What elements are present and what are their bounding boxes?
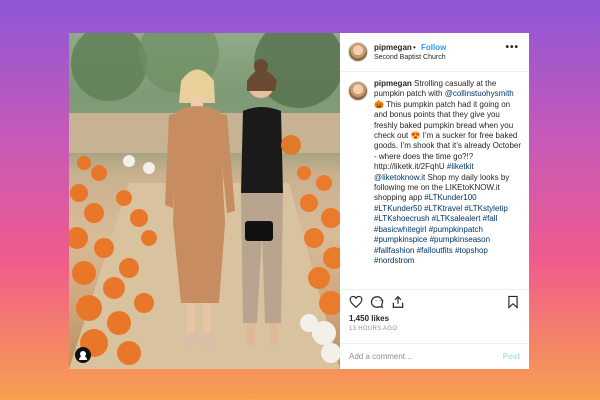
profile-icon[interactable]	[75, 347, 91, 363]
separator-dot: •	[413, 43, 416, 52]
caption-avatar[interactable]	[348, 81, 368, 101]
share-icon[interactable]	[391, 295, 405, 309]
avatar[interactable]	[348, 42, 368, 62]
comment-input[interactable]: Add a comment...	[349, 352, 412, 361]
follow-button[interactable]: Follow	[421, 43, 446, 52]
caption-username[interactable]: pipmegan	[374, 79, 412, 88]
post-comment-button[interactable]: Post	[503, 352, 520, 361]
caption-segment: 🎃 This pumpkin patch had it going on and…	[374, 99, 522, 172]
caption-text: pipmegan Strolling casually at the pumpk…	[374, 79, 524, 266]
post-header: pipmegan • Follow Second Baptist Church …	[340, 33, 529, 72]
bookmark-icon[interactable]	[506, 295, 520, 309]
post-timestamp: 13 HOURS AGO	[349, 326, 398, 332]
instagram-post-card: pipmegan • Follow Second Baptist Church …	[69, 33, 529, 369]
caption-link[interactable]: @collinstuohysmith	[445, 89, 514, 98]
comment-icon[interactable]	[370, 295, 384, 309]
post-username[interactable]: pipmegan	[374, 43, 412, 52]
caption-link[interactable]: #liketkit	[447, 162, 474, 171]
comment-bar: Add a comment... Post	[340, 343, 529, 369]
caption-body: Strolling casually at the pumpkin patch …	[374, 79, 521, 265]
action-bar	[340, 289, 529, 312]
caption-link[interactable]: @liketoknow.it	[374, 173, 425, 182]
caption-link[interactable]: #LTKunder100 #LTKunder50 #LTKtravel #LTK…	[374, 193, 508, 264]
post-sidebar: pipmegan • Follow Second Baptist Church …	[340, 33, 529, 369]
likes-count[interactable]: 1,450 likes	[349, 314, 389, 323]
more-options-icon[interactable]: •••	[505, 42, 519, 53]
caption-area: pipmegan Strolling casually at the pumpk…	[340, 71, 529, 301]
heart-icon[interactable]	[349, 295, 363, 309]
photo-illustration	[69, 33, 340, 369]
post-location[interactable]: Second Baptist Church	[374, 54, 446, 61]
post-photo[interactable]	[69, 33, 340, 369]
